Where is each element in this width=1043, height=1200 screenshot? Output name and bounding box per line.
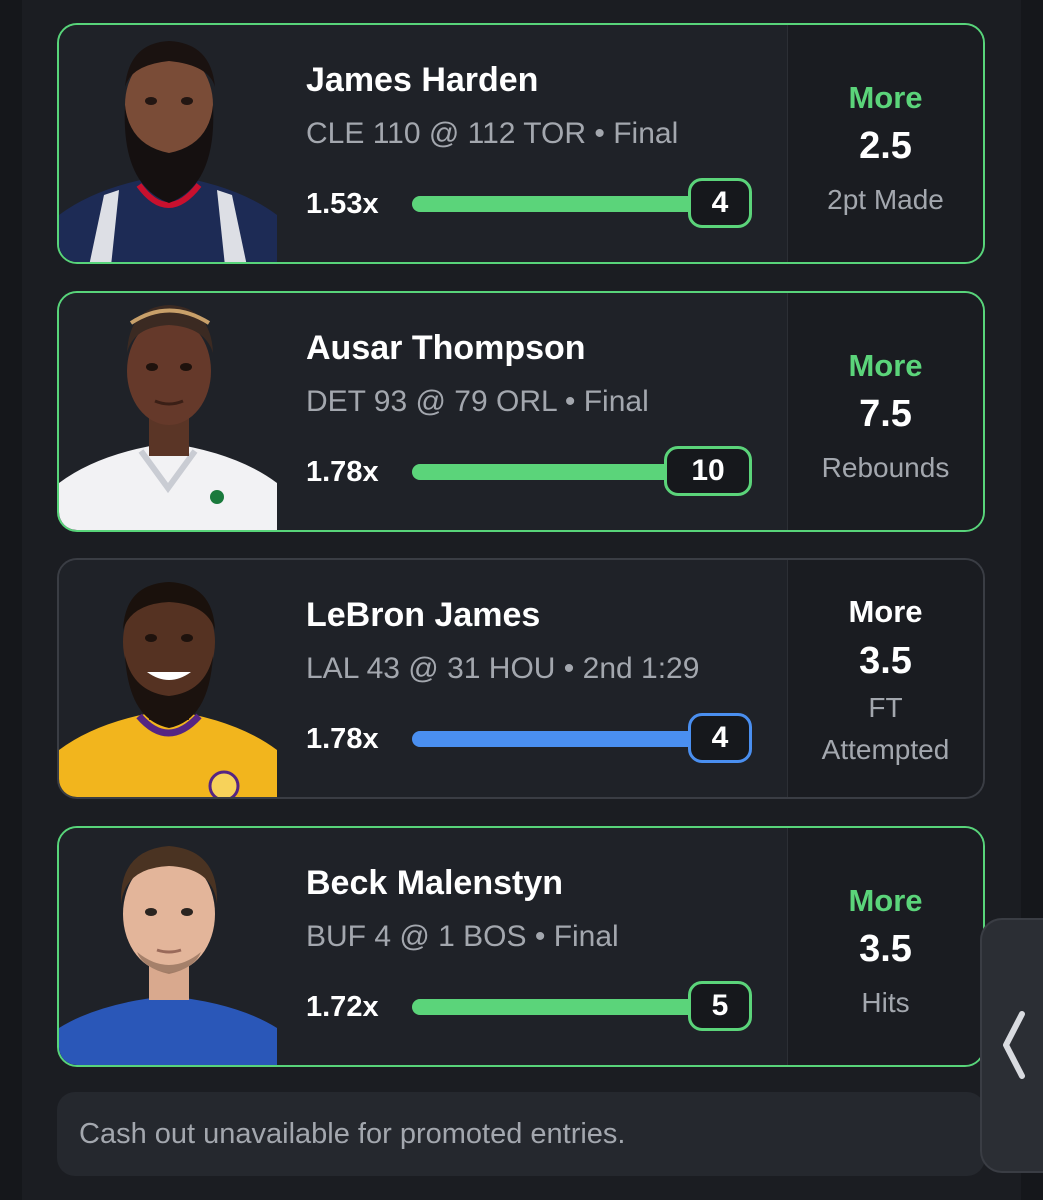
entry-detail-screen: James Harden CLE 110 @ 112 TOR • Final 1…: [0, 0, 1043, 1200]
side-panel-handle[interactable]: [980, 918, 1043, 1173]
player-headshot: [59, 293, 277, 530]
player-headshot: [59, 25, 277, 262]
left-gutter: [0, 0, 22, 1200]
progress-track: [412, 999, 702, 1015]
pick-info: James Harden CLE 110 @ 112 TOR • Final 1…: [306, 25, 786, 262]
progress-fill: [412, 731, 702, 747]
game-status: BUF 4 @ 1 BOS • Final: [306, 920, 619, 953]
progress-fill: [412, 464, 702, 480]
stat-type-line-1: FT: [868, 692, 903, 723]
game-status: DET 93 @ 79 ORL • Final: [306, 385, 649, 418]
projection-line: 2.5: [859, 125, 912, 167]
projection-line: 7.5: [859, 393, 912, 435]
stat-type: Hits: [861, 987, 910, 1018]
pick-direction: More: [848, 594, 923, 629]
projection-line: 3.5: [859, 928, 912, 970]
player-headshot: [59, 560, 277, 797]
pick-card-beck-malenstyn[interactable]: Beck Malenstyn BUF 4 @ 1 BOS • Final 1.7…: [57, 826, 985, 1067]
stat-type: Rebounds: [821, 452, 950, 483]
payout-multiplier: 1.78x: [306, 723, 379, 755]
pick-card-ausar-thompson[interactable]: Ausar Thompson DET 93 @ 79 ORL • Final 1…: [57, 291, 985, 532]
progress-track: [412, 464, 702, 480]
player-name: Beck Malenstyn: [306, 864, 563, 902]
progress-fill: [412, 999, 702, 1015]
cash-out-notice: Cash out unavailable for promoted entrie…: [57, 1092, 985, 1176]
pick-info: Beck Malenstyn BUF 4 @ 1 BOS • Final 1.7…: [306, 828, 786, 1065]
chevron-left-icon: [1000, 1010, 1028, 1085]
progress-fill: [412, 196, 702, 212]
pick-card-james-harden[interactable]: James Harden CLE 110 @ 112 TOR • Final 1…: [57, 23, 985, 264]
payout-multiplier: 1.53x: [306, 188, 379, 220]
pick-card-lebron-james[interactable]: LeBron James LAL 43 @ 31 HOU • 2nd 1:29 …: [57, 558, 985, 799]
stat-type-line-2: Attempted: [821, 734, 950, 765]
stat-type: FT Attempted: [788, 687, 983, 771]
pick-direction: More: [848, 883, 923, 918]
player-headshot: [59, 828, 277, 1065]
projection-panel: More 3.5 FT Attempted: [787, 560, 983, 797]
projection-panel: More 7.5 Rebounds: [787, 293, 983, 530]
game-status: LAL 43 @ 31 HOU • 2nd 1:29: [306, 652, 700, 685]
current-stat-badge: 5: [688, 981, 752, 1031]
progress-track: [412, 731, 702, 747]
stat-type: 2pt Made: [827, 184, 944, 215]
projection-panel: More 3.5 Hits: [787, 828, 983, 1065]
player-name: James Harden: [306, 61, 539, 99]
progress-track: [412, 196, 702, 212]
player-name: LeBron James: [306, 596, 541, 634]
payout-multiplier: 1.72x: [306, 991, 379, 1023]
current-stat-badge: 4: [688, 178, 752, 228]
game-status: CLE 110 @ 112 TOR • Final: [306, 117, 679, 150]
current-stat-badge: 10: [664, 446, 752, 496]
payout-multiplier: 1.78x: [306, 456, 379, 488]
pick-direction: More: [848, 348, 923, 383]
pick-info: Ausar Thompson DET 93 @ 79 ORL • Final 1…: [306, 293, 786, 530]
current-stat-badge: 4: [688, 713, 752, 763]
projection-panel: More 2.5 2pt Made: [787, 25, 983, 262]
pick-direction: More: [848, 80, 923, 115]
pick-info: LeBron James LAL 43 @ 31 HOU • 2nd 1:29 …: [306, 560, 786, 797]
cash-out-notice-text: Cash out unavailable for promoted entrie…: [79, 1118, 626, 1150]
projection-line: 3.5: [859, 640, 912, 682]
player-name: Ausar Thompson: [306, 329, 586, 367]
